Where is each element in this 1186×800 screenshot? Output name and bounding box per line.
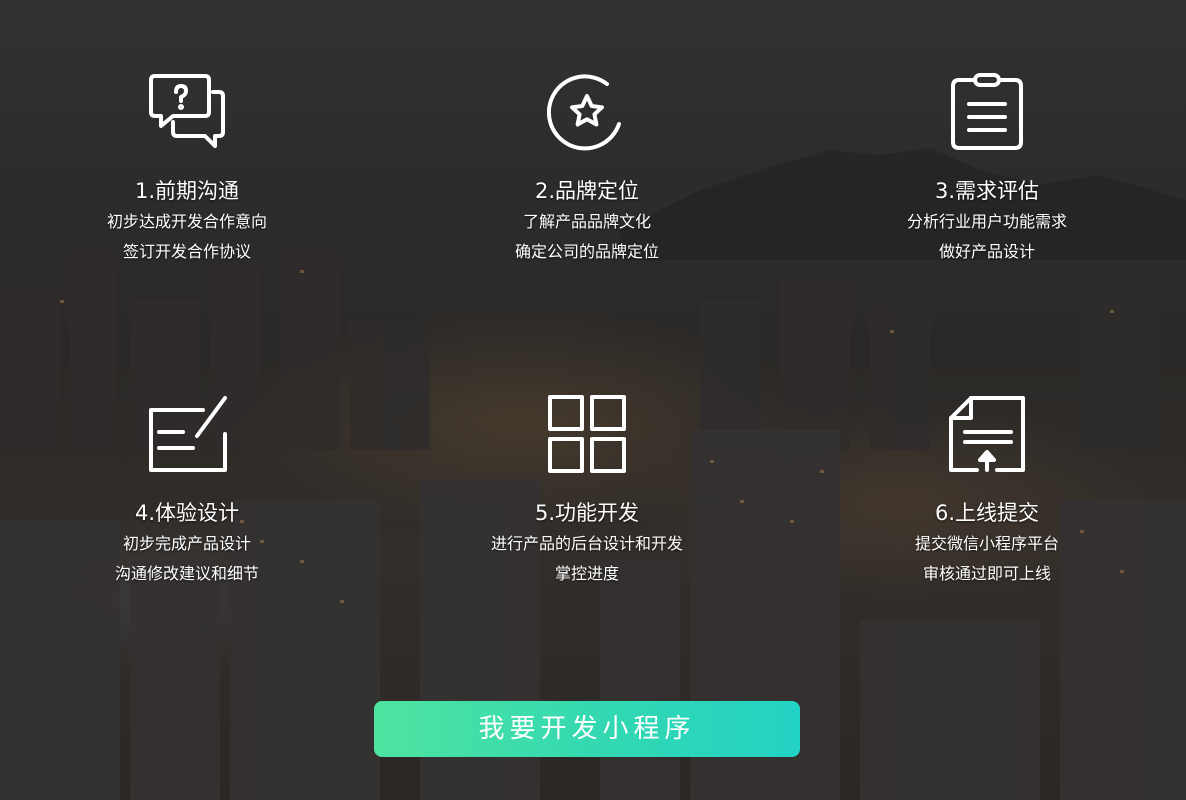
step-desc-line2: 掌控进度 bbox=[554, 564, 619, 583]
step-desc-line2: 签订开发合作协议 bbox=[122, 242, 251, 261]
step-desc-line1: 进行产品的后台设计和开发 bbox=[490, 534, 683, 553]
step-desc-line1: 初步达成开发合作意向 bbox=[106, 212, 267, 231]
step-card-4: 4.体验设计 初步完成产品设计 沟通修改建议和细节 bbox=[37, 394, 337, 589]
step-title: 3.需求评估 bbox=[934, 179, 1040, 203]
step-card-1: 1.前期沟通 初步达成开发合作意向 签订开发合作协议 bbox=[37, 72, 337, 267]
grid-icon bbox=[548, 395, 626, 473]
star-circle-icon bbox=[547, 74, 621, 151]
step-card-2: 2.品牌定位 了解产品品牌文化 确定公司的品牌定位 bbox=[437, 72, 737, 267]
develop-miniprogram-button[interactable]: 我要开发小程序 bbox=[374, 701, 800, 757]
clipboard-icon bbox=[951, 73, 1023, 150]
step-desc-line2: 审核通过即可上线 bbox=[922, 564, 1051, 583]
step-desc-line1: 分析行业用户功能需求 bbox=[906, 212, 1067, 231]
step-title: 1.前期沟通 bbox=[134, 179, 240, 203]
edit-pen-icon bbox=[149, 396, 227, 472]
step-desc-line2: 沟通修改建议和细节 bbox=[114, 564, 259, 583]
step-card-5: 5.功能开发 进行产品的后台设计和开发 掌控进度 bbox=[437, 394, 737, 589]
step-card-3: 3.需求评估 分析行业用户功能需求 做好产品设计 bbox=[837, 72, 1137, 267]
step-desc-line1: 提交微信小程序平台 bbox=[914, 534, 1059, 553]
chat-question-icon bbox=[149, 74, 225, 148]
step-title: 5.功能开发 bbox=[534, 501, 640, 525]
document-upload-icon bbox=[949, 396, 1025, 472]
step-title: 6.上线提交 bbox=[934, 501, 1040, 525]
step-title: 2.品牌定位 bbox=[534, 179, 640, 203]
step-card-6: 6.上线提交 提交微信小程序平台 审核通过即可上线 bbox=[837, 394, 1137, 589]
step-desc-line1: 了解产品品牌文化 bbox=[522, 212, 651, 231]
step-desc-line2: 确定公司的品牌定位 bbox=[514, 242, 659, 261]
step-title: 4.体验设计 bbox=[134, 501, 240, 525]
step-desc-line1: 初步完成产品设计 bbox=[122, 534, 251, 553]
step-desc-line2: 做好产品设计 bbox=[938, 242, 1035, 261]
